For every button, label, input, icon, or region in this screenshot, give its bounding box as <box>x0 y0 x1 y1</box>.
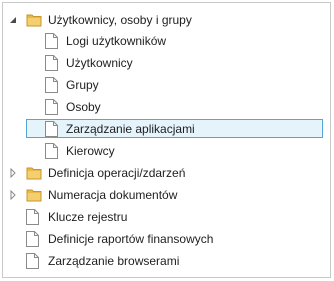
tree-item-label: Definicje raportów finansowych <box>48 232 214 246</box>
tree-item-app-management[interactable]: Zarządzanie aplikacjami <box>3 118 330 140</box>
tree-item-user-logs[interactable]: Logi użytkowników <box>3 30 330 52</box>
document-icon <box>26 253 39 269</box>
tree-item-operations-folder[interactable]: Definicja operacji/zdarzeń <box>3 162 330 184</box>
tree-item-label: Zarządzanie aplikacjami <box>66 122 195 136</box>
document-icon <box>45 77 58 93</box>
tree-item-label: Grupy <box>66 78 99 92</box>
collapsed-arrow-icon[interactable] <box>8 168 18 178</box>
document-icon <box>45 55 58 71</box>
tree-item-label: Definicja operacji/zdarzeń <box>48 166 186 180</box>
tree-item-label: Osoby <box>66 100 101 114</box>
collapsed-arrow-icon[interactable] <box>8 190 18 200</box>
tree-item-label: Logi użytkowników <box>66 34 167 48</box>
folder-icon <box>26 167 42 180</box>
document-icon <box>45 143 58 159</box>
tree-item-users[interactable]: Użytkownicy <box>3 52 330 74</box>
tree-item-label: Kierowcy <box>66 144 115 158</box>
tree-item-persons[interactable]: Osoby <box>3 96 330 118</box>
tree-item-financial-reports[interactable]: Definicje raportów finansowych <box>3 228 330 250</box>
tree-view: Użytkownicy, osoby i grupy Logi użytkown… <box>2 2 331 278</box>
folder-icon <box>26 14 42 27</box>
tree-item-label: Użytkownicy <box>66 56 133 70</box>
tree-item-browser-management[interactable]: Zarządzanie browserami <box>3 250 330 272</box>
tree-item-label: Zarządzanie browserami <box>48 254 180 268</box>
document-icon <box>26 209 39 225</box>
tree-item-label: Numeracja dokumentów <box>48 188 178 202</box>
tree-item-label: Użytkownicy, osoby i grupy <box>48 13 192 27</box>
tree-item-label: Klucze rejestru <box>48 210 128 224</box>
tree-item-groups[interactable]: Grupy <box>3 74 330 96</box>
tree-item-users-folder[interactable]: Użytkownicy, osoby i grupy <box>3 9 330 31</box>
tree-item-registry-keys[interactable]: Klucze rejestru <box>3 206 330 228</box>
document-icon <box>45 121 58 137</box>
folder-icon <box>26 189 42 202</box>
expanded-arrow-icon[interactable] <box>8 15 18 25</box>
document-icon <box>45 99 58 115</box>
document-icon <box>45 33 58 49</box>
document-icon <box>26 231 39 247</box>
tree-item-numbering-folder[interactable]: Numeracja dokumentów <box>3 184 330 206</box>
tree-item-drivers[interactable]: Kierowcy <box>3 140 330 162</box>
